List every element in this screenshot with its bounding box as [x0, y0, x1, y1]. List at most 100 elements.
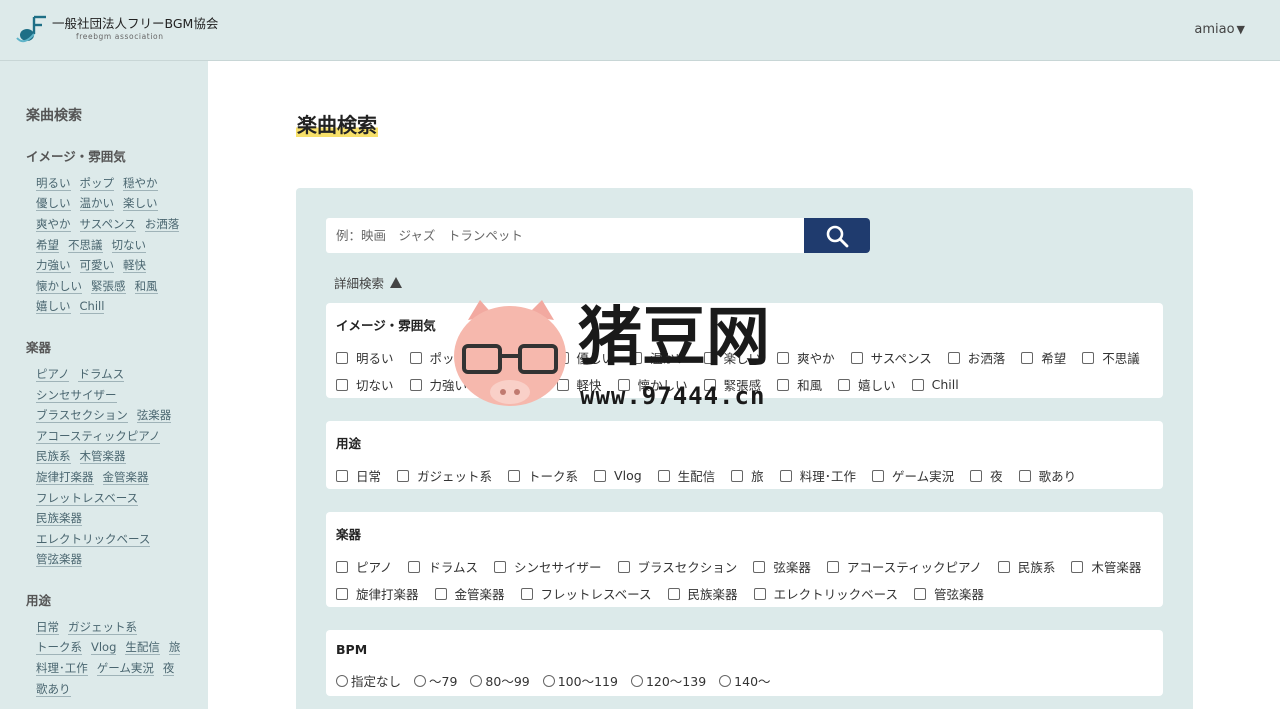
- checkbox-option[interactable]: トーク系: [508, 466, 578, 485]
- checkbox-option[interactable]: サスペンス: [850, 348, 932, 367]
- user-menu[interactable]: amiao ▼: [1194, 22, 1245, 37]
- sidebar-link[interactable]: 民族系: [36, 449, 71, 465]
- radio-button[interactable]: [470, 674, 483, 687]
- checkbox[interactable]: [826, 560, 839, 573]
- sidebar-link[interactable]: サスペンス: [79, 217, 136, 232]
- checkbox[interactable]: [409, 351, 422, 364]
- checkbox-option[interactable]: 希望: [1021, 348, 1066, 367]
- checkbox-option[interactable]: シンセサイザー: [494, 557, 602, 576]
- checkbox-option[interactable]: 料理･工作: [779, 466, 856, 485]
- search-button[interactable]: [804, 218, 870, 253]
- sidebar-link[interactable]: 優しい: [36, 196, 71, 212]
- sidebar-link[interactable]: 温かい: [79, 196, 114, 212]
- radio-option[interactable]: 80〜99: [470, 671, 530, 690]
- sidebar-link[interactable]: お洒落: [144, 217, 180, 232]
- checkbox[interactable]: [1018, 469, 1031, 482]
- sidebar-link[interactable]: エレクトリックベース: [36, 532, 151, 547]
- checkbox[interactable]: [336, 469, 348, 482]
- checkbox-option[interactable]: 歌あり: [1018, 466, 1076, 485]
- checkbox-option[interactable]: お洒落: [947, 348, 1005, 367]
- radio-option[interactable]: 140〜: [719, 671, 771, 690]
- checkbox-option[interactable]: アコースティックピアノ: [826, 557, 982, 576]
- checkbox[interactable]: [731, 469, 744, 482]
- sidebar-link[interactable]: ブラスセクション: [36, 408, 128, 424]
- checkbox-option[interactable]: Vlog: [594, 468, 642, 483]
- sidebar-link[interactable]: 緊張感: [91, 279, 126, 294]
- checkbox-option[interactable]: 力強い: [409, 375, 467, 394]
- radio-option[interactable]: 〜79: [414, 671, 457, 690]
- sidebar-link[interactable]: 夜: [162, 661, 175, 677]
- checkbox-option[interactable]: 旅: [731, 466, 764, 485]
- checkbox[interactable]: [409, 378, 422, 391]
- sidebar-link[interactable]: 木管楽器: [79, 449, 126, 465]
- checkbox[interactable]: [871, 469, 884, 482]
- checkbox[interactable]: [1021, 351, 1034, 364]
- radio-button[interactable]: [336, 674, 348, 687]
- checkbox[interactable]: [838, 378, 851, 391]
- checkbox[interactable]: [556, 378, 569, 391]
- checkbox-option[interactable]: 軽快: [556, 375, 602, 394]
- checkbox[interactable]: [777, 351, 790, 364]
- checkbox-option[interactable]: 夜: [970, 466, 1003, 485]
- checkbox[interactable]: [911, 378, 924, 391]
- sidebar-link[interactable]: 弦楽器: [136, 408, 172, 424]
- sidebar-link[interactable]: 切ない: [111, 238, 146, 253]
- sidebar-link[interactable]: 料理･工作: [36, 661, 88, 677]
- checkbox[interactable]: [657, 469, 670, 482]
- checkbox-option[interactable]: 民族楽器: [667, 584, 738, 603]
- checkbox[interactable]: [408, 560, 421, 573]
- checkbox[interactable]: [753, 560, 766, 573]
- checkbox-option[interactable]: 爽やか: [777, 348, 835, 367]
- checkbox-option[interactable]: フレットレスベース: [520, 584, 652, 603]
- sidebar-link[interactable]: 懐かしい: [36, 279, 82, 294]
- sidebar-link[interactable]: トーク系: [36, 640, 82, 656]
- sidebar-link[interactable]: フレットレスベース: [36, 491, 139, 506]
- checkbox[interactable]: [483, 378, 496, 391]
- radio-button[interactable]: [719, 674, 732, 687]
- checkbox-option[interactable]: 管弦楽器: [913, 584, 984, 603]
- sidebar-link[interactable]: ゲーム実況: [96, 661, 154, 677]
- sidebar-link[interactable]: 民族楽器: [36, 511, 82, 527]
- checkbox-option[interactable]: 木管楽器: [1071, 557, 1141, 576]
- radio-button[interactable]: [542, 674, 555, 687]
- checkbox-option[interactable]: 切ない: [336, 375, 394, 394]
- checkbox-option[interactable]: 可愛い: [483, 375, 541, 394]
- checkbox[interactable]: [617, 378, 630, 391]
- sidebar-link[interactable]: ピアノ: [36, 367, 70, 382]
- checkbox[interactable]: [617, 560, 630, 573]
- checkbox-option[interactable]: 不思議: [1082, 348, 1140, 367]
- radio-button[interactable]: [630, 674, 643, 687]
- sidebar-link[interactable]: 不思議: [68, 238, 103, 253]
- checkbox[interactable]: [777, 378, 790, 391]
- sidebar-link[interactable]: ドラムス: [78, 367, 125, 382]
- checkbox-option[interactable]: 和風: [777, 375, 822, 394]
- checkbox[interactable]: [667, 587, 680, 600]
- checkbox-option[interactable]: ピアノ: [336, 557, 392, 576]
- radio-option[interactable]: 120〜139: [630, 671, 706, 690]
- checkbox[interactable]: [753, 587, 766, 600]
- sidebar-link[interactable]: 楽しい: [123, 196, 158, 212]
- sidebar-link[interactable]: 歌あり: [36, 682, 71, 697]
- checkbox[interactable]: [483, 351, 496, 364]
- site-logo[interactable]: 一般社団法人フリーBGM協会 freebgm association: [14, 14, 218, 44]
- sidebar-link[interactable]: 可愛い: [79, 258, 114, 274]
- sidebar-link[interactable]: 嬉しい: [36, 299, 71, 315]
- checkbox-option[interactable]: 日常: [336, 466, 381, 485]
- checkbox[interactable]: [997, 560, 1010, 573]
- sidebar-link[interactable]: 旋律打楽器: [36, 470, 94, 485]
- sidebar-link[interactable]: 生配信: [125, 640, 160, 656]
- checkbox-option[interactable]: 弦楽器: [753, 557, 811, 576]
- checkbox[interactable]: [520, 587, 533, 600]
- checkbox[interactable]: [703, 378, 716, 391]
- sidebar-link[interactable]: Vlog: [91, 640, 117, 656]
- sidebar-link[interactable]: 希望: [36, 238, 59, 253]
- sidebar-link[interactable]: 力強い: [36, 258, 71, 274]
- checkbox-option[interactable]: 楽しい: [703, 348, 761, 367]
- sidebar-link[interactable]: 日常: [36, 620, 59, 635]
- sidebar-link[interactable]: 穏やか: [123, 176, 158, 191]
- radio-option[interactable]: 100〜119: [542, 671, 618, 690]
- sidebar-link[interactable]: ガジェット系: [68, 620, 137, 635]
- checkbox-option[interactable]: 緊張感: [703, 375, 761, 394]
- checkbox[interactable]: [703, 351, 716, 364]
- checkbox[interactable]: [1082, 351, 1095, 364]
